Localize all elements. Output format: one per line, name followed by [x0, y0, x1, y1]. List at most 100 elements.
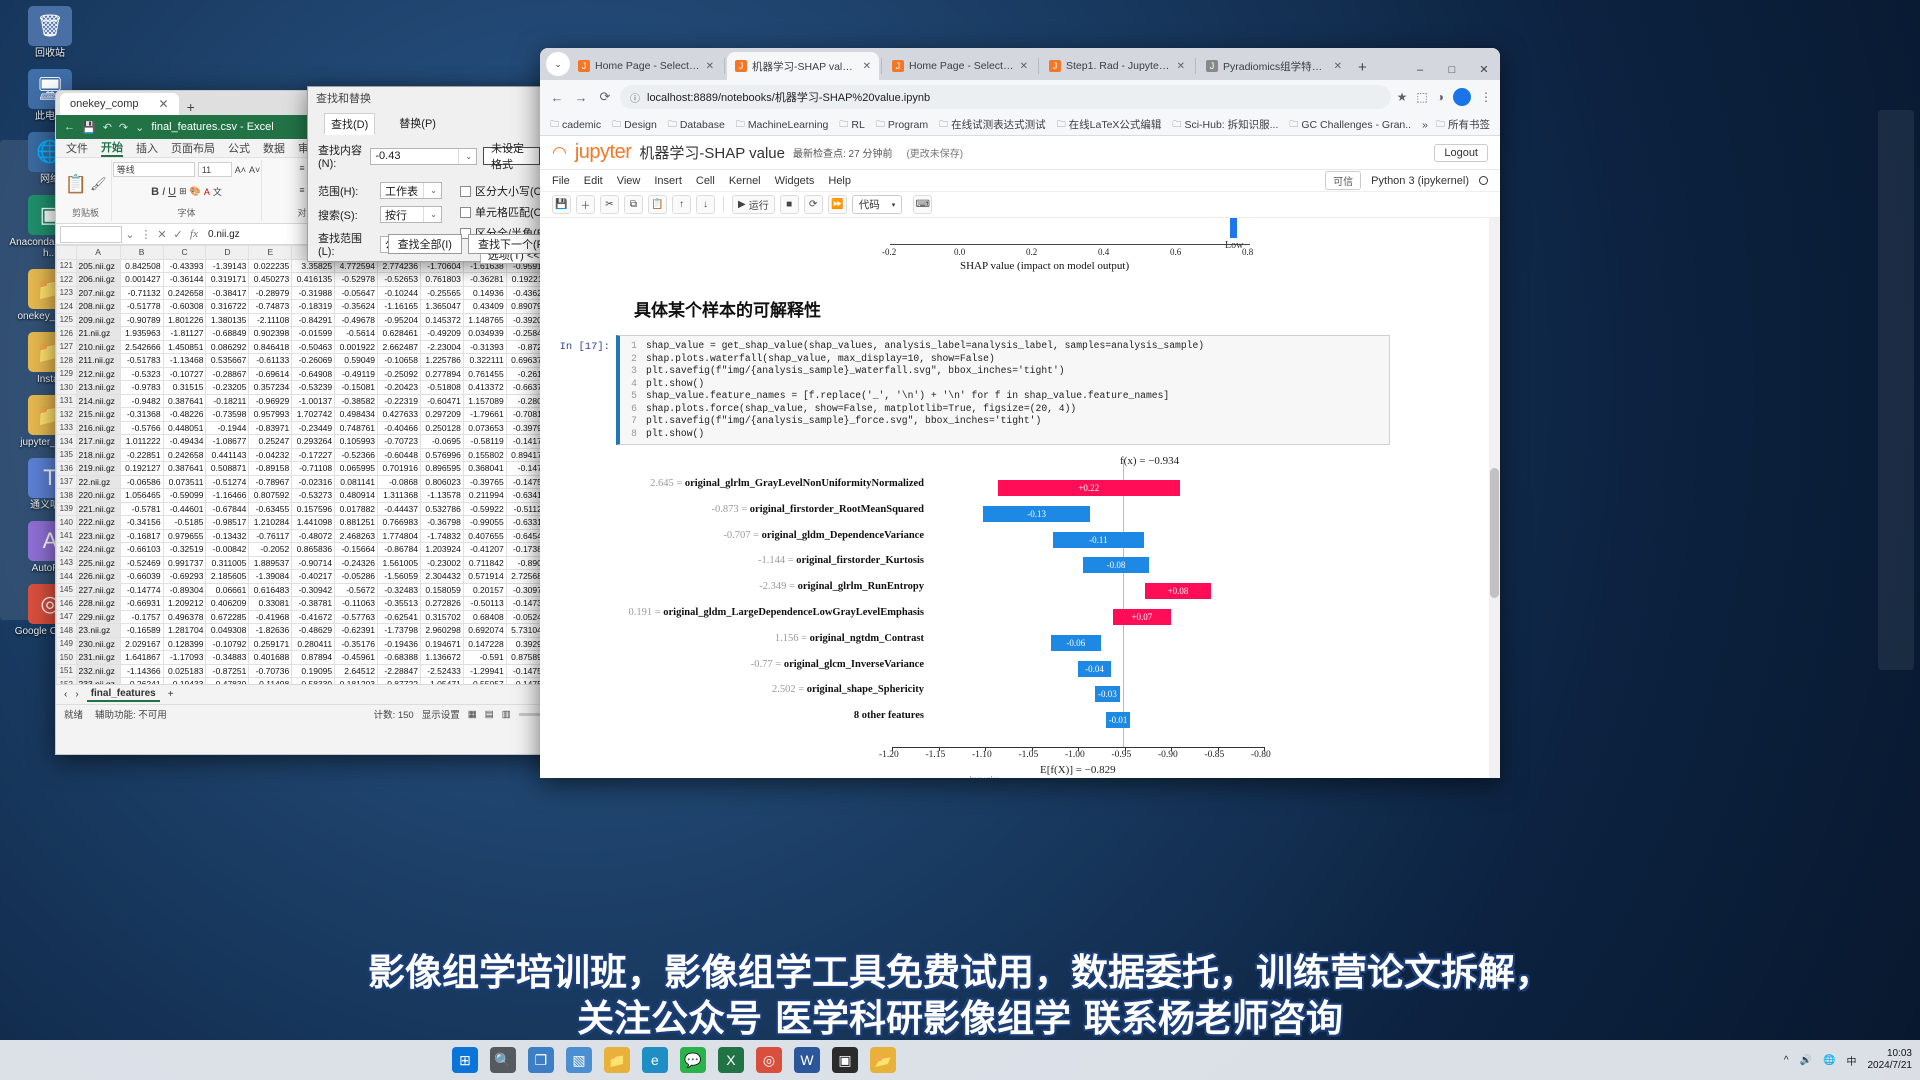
bookmark-item[interactable]: 🗀 cademic — [550, 117, 601, 133]
cell[interactable]: 0.979655 — [162, 528, 207, 543]
column-header-C[interactable]: C — [162, 245, 207, 260]
cell[interactable]: -1.82636 — [248, 623, 293, 638]
tray-expand-icon[interactable]: ^ — [1784, 1055, 1789, 1066]
notebook-content[interactable]: Sum of 8 other features SHAP value (impa… — [540, 218, 1500, 778]
cell[interactable]: 0.87894 — [291, 650, 336, 665]
code-line[interactable]: 4 plt.show() — [620, 378, 1389, 391]
cell[interactable]: 22.nii.gz — [75, 474, 121, 489]
back-icon[interactable]: ← — [548, 90, 566, 105]
cell[interactable]: 224.nii.gz — [75, 542, 121, 557]
cell[interactable]: -1.39084 — [248, 569, 293, 584]
cell[interactable]: -1.79661 — [462, 407, 507, 422]
cell[interactable]: -1.39143 — [205, 258, 250, 273]
cell[interactable]: -0.14774 — [119, 582, 164, 597]
code-line[interactable]: 6 shap.plots.force(shap_value, show=False… — [620, 403, 1389, 416]
cell[interactable]: 1.203924 — [419, 542, 464, 557]
cell[interactable]: 0.748761 — [334, 420, 379, 435]
cell[interactable]: 1.380135 — [205, 312, 250, 327]
cell[interactable]: 0.535667 — [205, 353, 250, 368]
font-size-select[interactable]: 11 — [197, 162, 232, 177]
row-header[interactable]: 129 — [56, 366, 77, 381]
cell[interactable]: -0.02316 — [291, 474, 336, 489]
scope-select[interactable]: 工作表 ⌄ — [380, 182, 442, 199]
cell[interactable]: -0.25565 — [419, 285, 464, 300]
cell[interactable]: -0.44437 — [377, 501, 421, 516]
cell[interactable]: 0.001427 — [119, 272, 164, 287]
cell[interactable]: -0.22319 — [377, 393, 421, 408]
cell[interactable]: 0.316722 — [205, 299, 250, 314]
cell[interactable]: -0.1944 — [205, 420, 250, 435]
cell[interactable]: 0.616483 — [248, 582, 293, 597]
cell[interactable]: -1.73798 — [377, 623, 421, 638]
ribbon-tab-4[interactable]: 公式 — [228, 140, 250, 156]
cell[interactable]: -0.0868 — [377, 474, 421, 489]
find-what-input[interactable]: -0.43 ⌄ — [370, 147, 478, 165]
jupyter-notebook-page[interactable]: ◠ jupyter 机器学习-SHAP value 最新检查点: 27 分钟前 … — [540, 136, 1500, 778]
bookmarks-bar[interactable]: 🗀 cademic 🗀 Design 🗀 Database 🗀 MachineLearning… — [540, 114, 1500, 136]
view-normal-icon[interactable]: ▦ — [468, 709, 477, 720]
cell[interactable]: 0.761455 — [462, 366, 507, 381]
cell[interactable]: 0.59049 — [334, 353, 379, 368]
cell[interactable]: -0.1757 — [119, 609, 164, 624]
row-header[interactable]: 149 — [56, 636, 77, 651]
cell[interactable]: 221.nii.gz — [75, 501, 121, 516]
cell[interactable]: 0.081141 — [334, 474, 379, 489]
cell[interactable]: -0.68849 — [205, 326, 250, 341]
cell[interactable]: -1.16466 — [205, 488, 250, 503]
row-header[interactable]: 121 — [56, 258, 77, 273]
cell[interactable]: -0.52366 — [334, 447, 379, 462]
cell[interactable]: -0.52653 — [377, 272, 421, 287]
close-icon[interactable]: ✕ — [706, 61, 714, 72]
checkbox-match-entire-cell[interactable]: 单元格匹配(O) — [460, 204, 548, 220]
cell[interactable]: -0.53273 — [291, 488, 336, 503]
cell[interactable]: 227.nii.gz — [75, 582, 121, 597]
name-box[interactable] — [60, 225, 122, 243]
more-icon[interactable]: ⋮ — [138, 228, 154, 241]
cell[interactable]: -0.34156 — [119, 515, 164, 530]
cell[interactable]: -0.51778 — [119, 299, 164, 314]
cell[interactable]: -1.08677 — [205, 434, 250, 449]
cell[interactable]: 0.194671 — [419, 636, 464, 651]
menu-edit[interactable]: Edit — [584, 175, 603, 187]
cell[interactable]: -0.16589 — [119, 623, 164, 638]
run-cell-button[interactable]: ▶ 运行 — [732, 195, 775, 214]
cell[interactable]: -0.04232 — [248, 447, 293, 462]
cell[interactable]: -0.28867 — [205, 366, 250, 381]
cell[interactable]: 0.181203 — [334, 677, 379, 684]
row-header[interactable]: 134 — [56, 434, 77, 449]
cell[interactable]: -0.05647 — [334, 285, 379, 300]
cancel-icon[interactable]: ✕ — [154, 228, 170, 241]
copy-cell-icon[interactable]: ⧉ — [624, 195, 643, 214]
menu-insert[interactable]: Insert — [654, 175, 682, 187]
close-icon[interactable]: ✕ — [863, 61, 871, 72]
chevron-down-icon[interactable]: ⌄ — [458, 148, 472, 164]
cell[interactable]: -0.5766 — [119, 420, 164, 435]
cell[interactable]: 0.250128 — [419, 420, 464, 435]
cell[interactable]: 0.846418 — [248, 339, 293, 354]
word-icon[interactable]: W — [793, 1047, 820, 1073]
cell[interactable]: 0.157596 — [291, 501, 336, 516]
cell[interactable]: -0.51783 — [119, 353, 164, 368]
cell[interactable]: 0.902398 — [248, 326, 293, 341]
cell[interactable]: -0.71108 — [291, 461, 336, 476]
cell[interactable]: 209.nii.gz — [75, 312, 121, 327]
cell[interactable]: -0.49119 — [334, 366, 379, 381]
cell[interactable]: -1.13578 — [419, 488, 464, 503]
cell[interactable]: -0.62391 — [334, 623, 379, 638]
cell[interactable]: -0.84291 — [291, 312, 336, 327]
cell[interactable]: 0.711842 — [462, 555, 507, 570]
cell[interactable]: -0.51274 — [205, 474, 250, 489]
clock[interactable]: 10:03 2024/7/21 — [1867, 1048, 1912, 1072]
cell[interactable]: -1.74832 — [419, 528, 464, 543]
undo-icon[interactable]: ↶ — [103, 121, 112, 134]
close-button[interactable]: ✕ — [1468, 63, 1500, 76]
column-header-D[interactable]: D — [205, 245, 250, 260]
cell[interactable]: 0.311005 — [205, 555, 250, 570]
cell[interactable]: 0.441143 — [205, 447, 250, 462]
cell[interactable]: -0.41968 — [248, 609, 293, 624]
cell[interactable]: 1.148765 — [462, 312, 507, 327]
cell[interactable]: 229.nii.gz — [75, 609, 121, 624]
widgets-icon[interactable]: ▧ — [565, 1047, 592, 1073]
row-header[interactable]: 152 — [56, 677, 77, 684]
row-header[interactable]: 148 — [56, 623, 77, 638]
